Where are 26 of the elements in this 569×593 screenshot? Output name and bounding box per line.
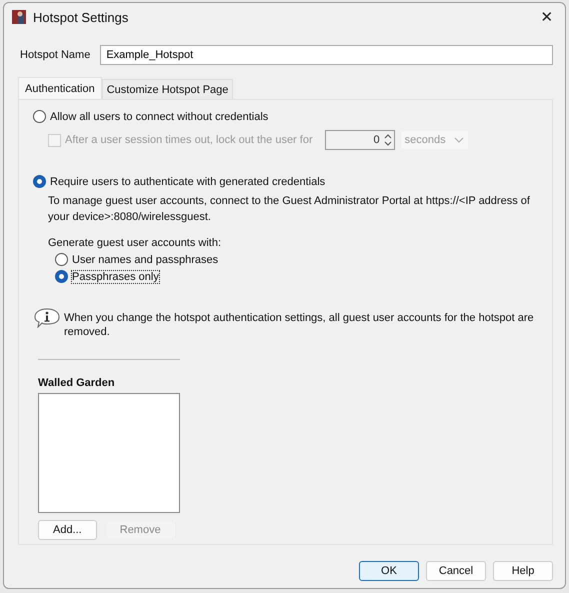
radio-button[interactable] [55, 270, 68, 283]
dialog-button[interactable]: OK [359, 561, 419, 581]
section-label: Generate guest user accounts with: [48, 237, 222, 249]
radio-button[interactable] [55, 253, 68, 266]
dialog-button[interactable]: Help [493, 561, 553, 581]
info-icon [34, 308, 60, 328]
walled-garden-list[interactable] [38, 393, 180, 513]
tab[interactable]: Customize Hotspot Page [102, 79, 234, 99]
window-title: Hotspot Settings [33, 10, 130, 24]
radio-label[interactable]: Passphrases only [72, 270, 159, 282]
radio-label[interactable]: User names and passphrases [72, 254, 218, 266]
info-message: When you change the hotspot authentication settings, all guest user accounts for the hotspot are removed. [64, 311, 534, 339]
button[interactable]: Add... [38, 520, 97, 540]
chevron-down-icon [454, 137, 464, 143]
radio-label[interactable]: Require users to authenticate with generated credentials [50, 176, 326, 188]
hotspot-name-field[interactable]: Example_Hotspot [100, 45, 553, 65]
tab[interactable]: Authentication [18, 77, 102, 99]
field-label: Hotspot Name [20, 49, 90, 61]
app-icon [12, 10, 26, 24]
radio-button[interactable] [33, 175, 46, 188]
radio-button[interactable] [33, 110, 46, 123]
dialog-button[interactable]: Cancel [426, 561, 486, 581]
radio-label[interactable]: Allow all users to connect without credentials [50, 110, 268, 122]
section-title: Walled Garden [38, 377, 116, 389]
portal-note: To manage guest user accounts, connect to the Guest Administrator Portal at https://<IP address of your device>:8080/wirelessguest. [48, 194, 531, 225]
close-button[interactable]: ✕ [529, 3, 565, 31]
